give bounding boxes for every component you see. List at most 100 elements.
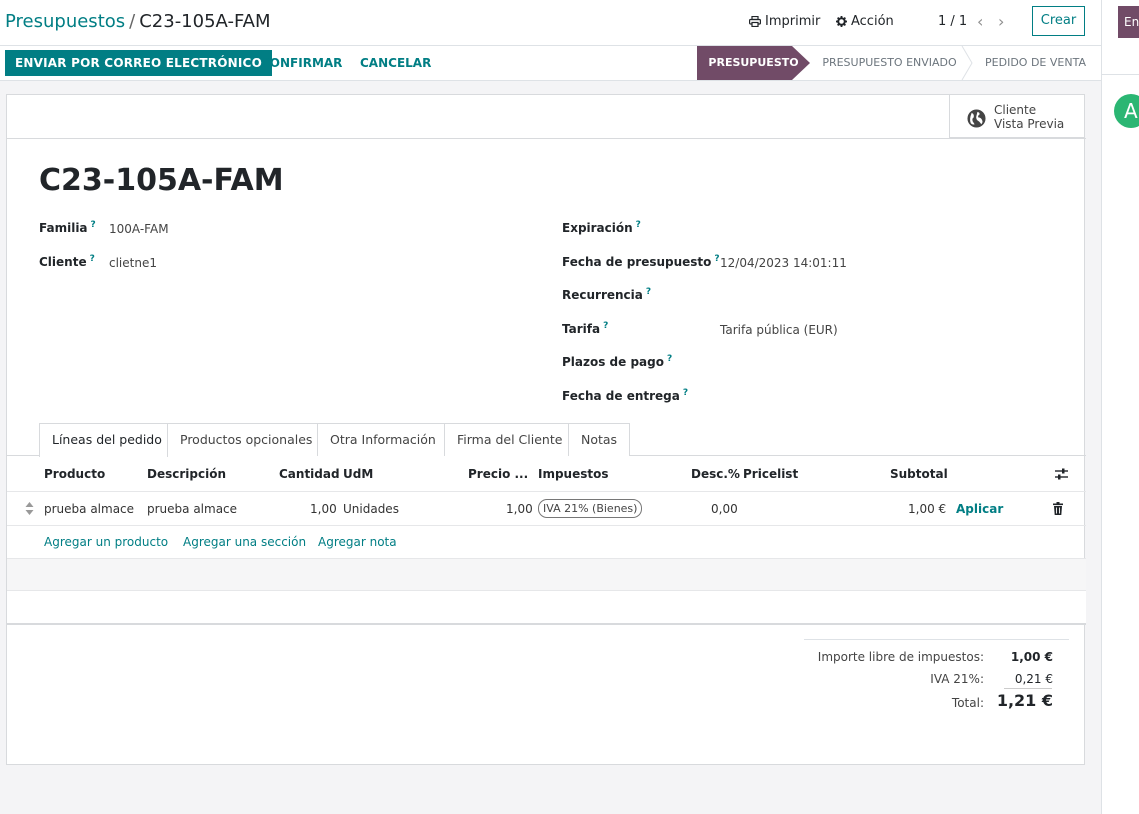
- form-sheet: Cliente Vista Previa C23-105A-FAM Famili…: [6, 94, 1086, 765]
- customer-preview-label: Cliente Vista Previa: [994, 103, 1064, 131]
- help-tooltip-icon[interactable]: ?: [667, 354, 672, 364]
- chatter-divider: [1102, 74, 1139, 75]
- record-title: C23-105A-FAM: [39, 163, 284, 198]
- tab-optional-products[interactable]: Productos opcionales: [167, 423, 318, 456]
- column-header-pricelist[interactable]: Pricelist: [743, 467, 798, 481]
- column-header-taxes[interactable]: Impuestos: [538, 467, 609, 481]
- column-header-quantity[interactable]: Cantidad: [279, 467, 340, 481]
- send-email-button[interactable]: ENVIAR POR CORREO ELECTRÓNICO: [5, 50, 272, 76]
- field-label-quotation-date-text: Fecha de presupuesto: [562, 255, 712, 269]
- stage-quotation-sent[interactable]: PRESUPUESTO ENVIADO: [812, 46, 967, 80]
- column-header-product[interactable]: Producto: [44, 467, 105, 481]
- globe-icon: [967, 109, 986, 128]
- field-label-expiration-text: Expiración: [562, 221, 633, 235]
- help-tooltip-icon[interactable]: ?: [91, 220, 96, 230]
- help-tooltip-icon[interactable]: ?: [90, 254, 95, 264]
- field-label-recurrence: Recurrencia?: [562, 287, 651, 302]
- cell-discount[interactable]: 0,00: [711, 502, 738, 516]
- field-value-family[interactable]: 100A-FAM: [109, 222, 169, 236]
- field-value-customer[interactable]: clietne1: [109, 256, 157, 270]
- tax-badge[interactable]: IVA 21% (Bienes): [538, 499, 643, 518]
- action-label: Acción: [851, 14, 894, 29]
- cancel-button[interactable]: CANCELAR: [360, 56, 431, 70]
- breadcrumb-separator: /: [129, 11, 136, 32]
- gear-icon: [836, 16, 847, 27]
- preview-line-2: Vista Previa: [994, 117, 1065, 131]
- field-label-pricelist-text: Tarifa: [562, 322, 601, 336]
- preview-line-1: Cliente: [994, 103, 1037, 117]
- field-label-delivery-date-text: Fecha de entrega: [562, 389, 680, 403]
- action-button[interactable]: Acción: [836, 14, 894, 29]
- table-row[interactable]: prueba almace prueba almace 1,00 Unidade…: [7, 492, 1086, 526]
- optional-columns-icon[interactable]: [1055, 468, 1068, 480]
- control-panel: Presupuestos / C23-105A-FAM Imprimir Acció…: [0, 0, 1101, 46]
- untaxed-amount-value: 1,00 €: [1010, 650, 1053, 664]
- status-bar: ENVIAR POR CORREO ELECTRÓNICO CONFIRMAR …: [0, 46, 1101, 81]
- print-button[interactable]: Imprimir: [749, 14, 820, 29]
- cell-description[interactable]: prueba almace: [147, 502, 237, 516]
- avatar: A: [1114, 94, 1139, 128]
- empty-table-row: [7, 559, 1086, 591]
- tab-notes[interactable]: Notas: [568, 423, 630, 456]
- field-label-customer: Cliente?: [39, 254, 95, 269]
- pager-value[interactable]: 1 / 1: [938, 14, 967, 29]
- help-tooltip-icon[interactable]: ?: [714, 254, 719, 264]
- trash-icon[interactable]: [1053, 502, 1063, 515]
- add-product-link[interactable]: Agregar un producto: [44, 535, 168, 549]
- column-header-uom[interactable]: UdM: [343, 467, 373, 481]
- add-line-row: Agregar un producto Agregar una sección …: [7, 526, 1086, 559]
- field-value-pricelist[interactable]: Tarifa pública (EUR): [720, 323, 838, 337]
- totals-divider: [1004, 688, 1052, 689]
- tab-customer-signature[interactable]: Firma del Cliente: [444, 423, 569, 456]
- chevron-left-icon[interactable]: ‹: [977, 12, 983, 31]
- breadcrumb: Presupuestos / C23-105A-FAM: [5, 11, 271, 32]
- totals-block: Importe libre de impuestos: 1,00 € IVA 2…: [804, 639, 1069, 710]
- stage-sales-order[interactable]: PEDIDO DE VENTA: [970, 46, 1101, 80]
- column-header-price[interactable]: Precio ...: [468, 467, 528, 481]
- field-label-family-text: Familia: [39, 221, 88, 235]
- cell-uom[interactable]: Unidades: [343, 502, 399, 516]
- help-tooltip-icon[interactable]: ?: [603, 321, 608, 331]
- print-label: Imprimir: [765, 14, 821, 29]
- empty-table-row: [7, 591, 1086, 625]
- field-label-customer-text: Cliente: [39, 255, 87, 269]
- confirm-button[interactable]: CONFIRMAR: [261, 56, 342, 70]
- breadcrumb-parent-link[interactable]: Presupuestos: [5, 11, 125, 32]
- tax-amount-label: IVA 21%:: [930, 672, 984, 686]
- field-value-quotation-date[interactable]: 12/04/2023 14:01:11: [720, 256, 847, 270]
- column-header-discount[interactable]: Desc.%: [691, 467, 740, 481]
- printer-icon: [749, 16, 761, 27]
- column-header-subtotal[interactable]: Subtotal: [890, 467, 948, 481]
- help-tooltip-icon[interactable]: ?: [683, 388, 688, 398]
- cell-subtotal: 1,00 €: [908, 502, 947, 516]
- add-note-link[interactable]: Agregar nota: [318, 535, 397, 549]
- customer-preview-button[interactable]: Cliente Vista Previa: [949, 95, 1084, 138]
- field-label-delivery-date: Fecha de entrega?: [562, 388, 688, 403]
- cell-quantity[interactable]: 1,00: [310, 502, 337, 516]
- tab-other-info[interactable]: Otra Información: [317, 423, 445, 456]
- cell-product[interactable]: prueba almace: [44, 502, 134, 516]
- create-button[interactable]: Crear: [1032, 6, 1085, 36]
- add-section-link[interactable]: Agregar una sección: [183, 535, 306, 549]
- cell-price[interactable]: 1,00: [506, 502, 533, 516]
- tab-order-lines[interactable]: Líneas del pedido: [39, 423, 168, 457]
- field-label-recurrence-text: Recurrencia: [562, 288, 643, 302]
- column-header-description[interactable]: Descripción: [147, 467, 226, 481]
- help-tooltip-icon[interactable]: ?: [636, 220, 641, 230]
- field-label-payment-terms: Plazos de pago?: [562, 354, 672, 369]
- chevron-right-icon[interactable]: ›: [998, 12, 1004, 31]
- field-label-quotation-date: Fecha de presupuesto?: [562, 254, 720, 269]
- sheet-divider: [7, 138, 1086, 139]
- untaxed-amount-label: Importe libre de impuestos:: [817, 650, 984, 664]
- field-label-family: Familia?: [39, 220, 96, 235]
- field-label-pricelist: Tarifa?: [562, 321, 608, 336]
- field-label-payment-terms-text: Plazos de pago: [562, 355, 664, 369]
- help-tooltip-icon[interactable]: ?: [646, 287, 651, 297]
- stage-quotation[interactable]: PRESUPUESTO: [697, 46, 810, 80]
- field-label-expiration: Expiración?: [562, 220, 641, 235]
- apply-pricelist-button[interactable]: Aplicar: [956, 502, 1003, 516]
- chatter-send-button[interactable]: En: [1118, 6, 1139, 38]
- breadcrumb-current: C23-105A-FAM: [139, 11, 271, 32]
- drag-handle-icon[interactable]: [25, 502, 34, 515]
- chatter-panel: En A: [1101, 0, 1139, 814]
